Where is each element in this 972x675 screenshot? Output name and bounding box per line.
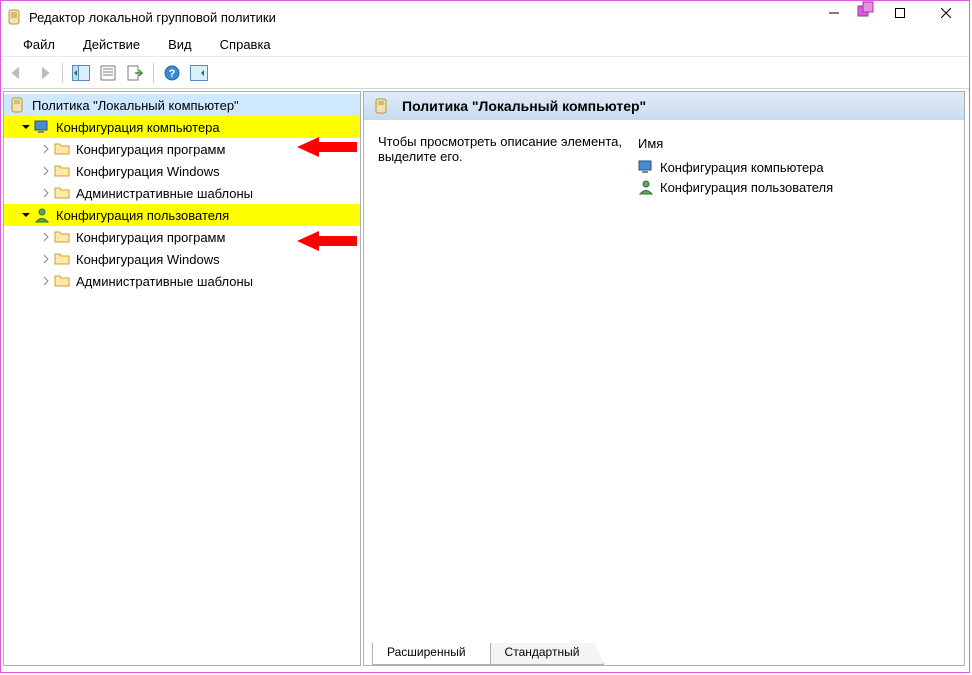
tree-admin-templates[interactable]: Административные шаблоны (4, 182, 360, 204)
folder-icon (54, 251, 70, 267)
close-button[interactable] (923, 1, 969, 25)
policy-icon (374, 98, 390, 114)
tree-node-label: Конфигурация программ (74, 230, 227, 245)
tab-standard[interactable]: Стандартный (490, 643, 605, 665)
toolbar-separator (62, 63, 63, 83)
content-pane: Политика "Локальный компьютер" Чтобы про… (363, 91, 965, 666)
minimize-button[interactable] (811, 1, 857, 25)
overlap-windows-icon (857, 1, 875, 19)
forward-button[interactable] (32, 61, 56, 85)
properties-button[interactable] (96, 61, 120, 85)
window-title: Редактор локальной групповой политики (29, 10, 276, 25)
titlebar: Редактор локальной групповой политики (1, 1, 969, 33)
window: Редактор локальной групповой политики Фа… (0, 0, 970, 673)
computer-icon (34, 119, 50, 135)
list-item-label: Конфигурация компьютера (660, 160, 824, 175)
tree-admin-templates[interactable]: Административные шаблоны (4, 270, 360, 292)
show-hide-tree-button[interactable] (69, 61, 93, 85)
tree-user-config[interactable]: Конфигурация пользователя (4, 204, 360, 226)
folder-icon (54, 229, 70, 245)
tree-node-label: Конфигурация Windows (74, 164, 222, 179)
back-button[interactable] (5, 61, 29, 85)
menu-help[interactable]: Справка (206, 35, 285, 54)
folder-icon (54, 273, 70, 289)
tree-root[interactable]: Политика "Локальный компьютер" (4, 94, 360, 116)
app-icon (7, 9, 23, 25)
chevron-right-icon[interactable] (38, 229, 54, 245)
folder-icon (54, 185, 70, 201)
tree-root-label: Политика "Локальный компьютер" (30, 98, 241, 113)
content-header-title: Политика "Локальный компьютер" (402, 98, 646, 114)
folder-icon (54, 141, 70, 157)
content-body: Чтобы просмотреть описание элемента, выд… (364, 120, 964, 641)
list-item-user[interactable]: Конфигурация пользователя (638, 177, 952, 197)
chevron-down-icon[interactable] (18, 207, 34, 223)
tree-node-label: Конфигурация программ (74, 142, 227, 157)
tabs: Расширенный Стандартный (364, 641, 964, 665)
filter-button[interactable] (187, 61, 211, 85)
chevron-right-icon[interactable] (38, 163, 54, 179)
tree: Политика "Локальный компьютер" Конфигура… (4, 92, 360, 294)
chevron-right-icon[interactable] (38, 251, 54, 267)
content-header: Политика "Локальный компьютер" (364, 92, 964, 120)
body: Политика "Локальный компьютер" Конфигура… (1, 89, 969, 668)
menu-view[interactable]: Вид (154, 35, 206, 54)
tree-pane[interactable]: Политика "Локальный компьютер" Конфигура… (3, 91, 361, 666)
tree-software-settings[interactable]: Конфигурация программ (4, 138, 360, 160)
export-button[interactable] (123, 61, 147, 85)
toolbar: ? (1, 57, 969, 89)
list-item-label: Конфигурация пользователя (660, 180, 833, 195)
tree-node-label: Административные шаблоны (74, 186, 255, 201)
list-item-computer[interactable]: Конфигурация компьютера (638, 157, 952, 177)
tree-node-label: Административные шаблоны (74, 274, 255, 289)
menubar: Файл Действие Вид Справка (1, 33, 969, 57)
svg-text:?: ? (169, 68, 176, 80)
chevron-right-icon[interactable] (38, 273, 54, 289)
description-text: Чтобы просмотреть описание элемента, выд… (378, 134, 638, 164)
tree-node-label: Конфигурация компьютера (54, 120, 222, 135)
help-button[interactable]: ? (160, 61, 184, 85)
window-controls (811, 1, 969, 33)
description-column: Чтобы просмотреть описание элемента, выд… (378, 134, 638, 641)
list-header-name[interactable]: Имя (638, 134, 952, 157)
user-icon (34, 207, 50, 223)
tree-windows-settings[interactable]: Конфигурация Windows (4, 160, 360, 182)
chevron-right-icon[interactable] (38, 141, 54, 157)
tree-computer-config[interactable]: Конфигурация компьютера (4, 116, 360, 138)
tree-software-settings[interactable]: Конфигурация программ (4, 226, 360, 248)
menu-action[interactable]: Действие (69, 35, 154, 54)
folder-icon (54, 163, 70, 179)
tab-extended[interactable]: Расширенный (372, 643, 491, 665)
computer-icon (638, 159, 654, 175)
tree-node-label: Конфигурация Windows (74, 252, 222, 267)
chevron-right-icon[interactable] (38, 185, 54, 201)
list-column: Имя Конфигурация компьютера Конфигурация… (638, 134, 952, 641)
policy-icon (10, 97, 26, 113)
toolbar-separator (153, 63, 154, 83)
tree-node-label: Конфигурация пользователя (54, 208, 231, 223)
tree-windows-settings[interactable]: Конфигурация Windows (4, 248, 360, 270)
chevron-down-icon[interactable] (18, 119, 34, 135)
maximize-button[interactable] (877, 1, 923, 25)
menu-file[interactable]: Файл (9, 35, 69, 54)
user-icon (638, 179, 654, 195)
